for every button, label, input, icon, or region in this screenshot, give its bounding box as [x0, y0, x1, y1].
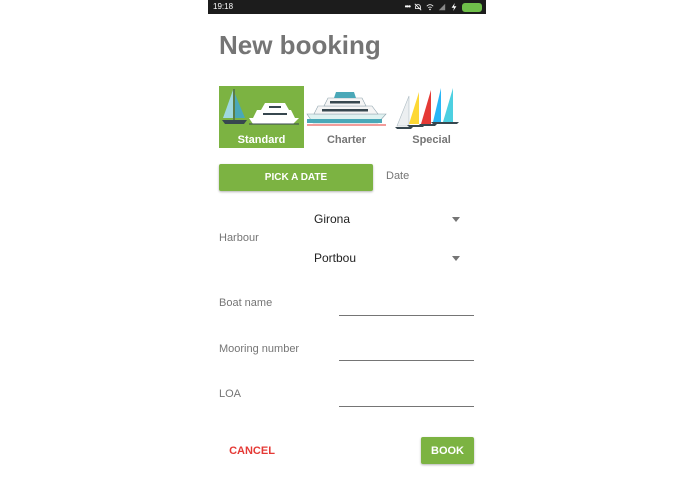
cruise-yacht-icon: [306, 92, 387, 126]
wifi-icon: [426, 4, 434, 11]
harbour-port-value: Portbou: [314, 251, 357, 265]
status-icons: •••: [405, 2, 482, 12]
battery-icon: [462, 2, 482, 12]
harbour-label: Harbour: [219, 232, 259, 244]
loa-input[interactable]: [339, 392, 474, 407]
book-button[interactable]: BOOK: [421, 437, 474, 464]
boat-type-special-label: Special: [412, 134, 451, 146]
cancel-button[interactable]: CANCEL: [222, 440, 282, 462]
status-bar: 19:18 •••: [208, 0, 486, 14]
boat-type-standard-label: Standard: [237, 134, 286, 146]
mooring-number-input[interactable]: [339, 346, 474, 361]
loa-label: LOA: [219, 388, 242, 400]
harbour-port-select[interactable]: Portbou: [314, 249, 464, 267]
date-value: Date: [386, 170, 410, 182]
boat-name-label: Boat name: [219, 297, 273, 309]
boat-type-selector: Standard Charter Special: [219, 86, 475, 148]
dropdown-arrow-icon: [452, 217, 460, 222]
boat-name-input[interactable]: [339, 301, 474, 316]
boat-type-charter[interactable]: Charter: [304, 86, 389, 148]
boat-type-charter-label: Charter: [326, 134, 367, 146]
mooring-number-label: Mooring number: [219, 343, 300, 355]
sailboat-and-yacht-icon: [222, 89, 299, 125]
dropdown-arrow-icon: [452, 256, 460, 261]
harbour-region-value: Girona: [314, 212, 351, 226]
boat-type-special[interactable]: Special: [389, 86, 474, 148]
signal-icon: [438, 3, 446, 11]
phone-screen: 19:18 ••• New booking Standard Charter S…: [208, 0, 486, 494]
more-dots-icon: •••: [404, 2, 411, 11]
harbour-region-select[interactable]: Girona: [314, 210, 464, 228]
charging-icon: [451, 3, 457, 11]
mute-bell-icon: [414, 3, 422, 11]
pick-date-button[interactable]: PICK A DATE: [219, 164, 373, 191]
status-time: 19:18: [213, 2, 234, 11]
page-title: New booking: [219, 30, 381, 60]
boat-type-standard[interactable]: Standard: [219, 86, 304, 148]
regatta-sails-icon: [395, 88, 459, 129]
